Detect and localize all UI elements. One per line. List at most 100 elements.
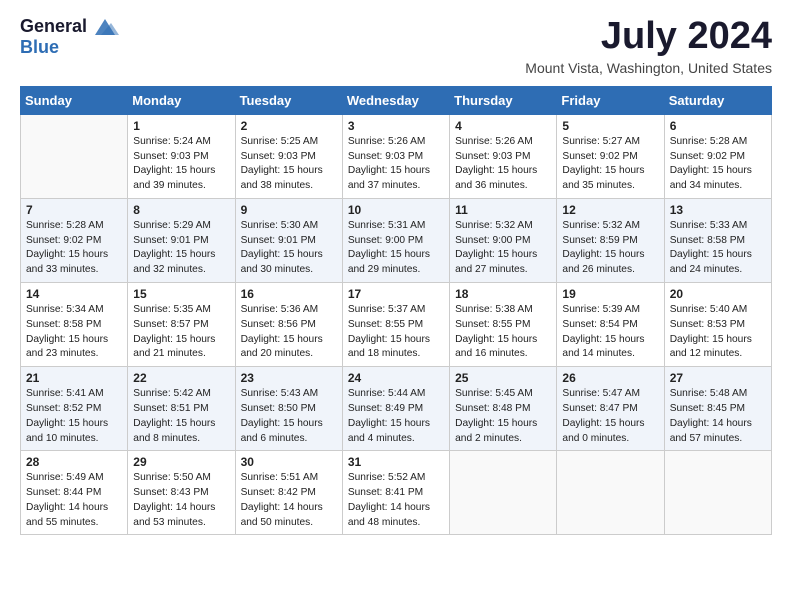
header-tuesday: Tuesday bbox=[235, 86, 342, 114]
calendar-cell: 4 Sunrise: 5:26 AM Sunset: 9:03 PM Daylig… bbox=[450, 114, 557, 198]
day-info: Sunrise: 5:52 AM Sunset: 8:41 PM Dayligh… bbox=[348, 471, 444, 530]
calendar-cell: 25 Sunrise: 5:45 AM Sunset: 8:48 PM Dayli… bbox=[450, 367, 557, 451]
day-info: Sunrise: 5:31 AM Sunset: 9:00 PM Dayligh… bbox=[348, 219, 444, 278]
day-number: 24 bbox=[348, 371, 444, 385]
day-info: Sunrise: 5:50 AM Sunset: 8:43 PM Dayligh… bbox=[133, 471, 229, 530]
calendar-cell: 29Sunrise: 5:50 AM Sunset: 8:43 PM Dayli… bbox=[128, 451, 235, 535]
day-info: Sunrise: 5:24 AM Sunset: 9:03 PM Dayligh… bbox=[133, 135, 229, 194]
calendar-cell: 8Sunrise: 5:29 AM Sunset: 9:01 PM Daylig… bbox=[128, 198, 235, 282]
day-number: 31 bbox=[348, 455, 444, 469]
day-info: Sunrise: 5:26 AM Sunset: 9:03 PM Dayligh… bbox=[455, 135, 551, 194]
calendar-cell: 22Sunrise: 5:42 AM Sunset: 8:51 PM Dayli… bbox=[128, 367, 235, 451]
day-number: 11 bbox=[455, 203, 551, 217]
day-number: 21 bbox=[26, 371, 122, 385]
logo-blue-text: Blue bbox=[20, 37, 59, 57]
calendar-cell: 11 Sunrise: 5:32 AM Sunset: 9:00 PM Dayli… bbox=[450, 198, 557, 282]
month-title: July 2024 bbox=[525, 16, 772, 58]
day-info: Sunrise: 5:27 AM Sunset: 9:02 PM Dayligh… bbox=[562, 135, 658, 194]
day-number: 6 bbox=[670, 119, 766, 133]
calendar-cell: 24Sunrise: 5:44 AM Sunset: 8:49 PM Dayli… bbox=[342, 367, 449, 451]
day-info: Sunrise: 5:40 AM Sunset: 8:53 PM Dayligh… bbox=[670, 303, 766, 362]
header-monday: Monday bbox=[128, 86, 235, 114]
calendar-cell: 15 Sunrise: 5:35 AM Sunset: 8:57 PM Dayli… bbox=[128, 283, 235, 367]
calendar-week-row: 21 Sunrise: 5:41 AM Sunset: 8:52 PM Dayli… bbox=[21, 367, 772, 451]
header-saturday: Saturday bbox=[664, 86, 771, 114]
header-sunday: Sunday bbox=[21, 86, 128, 114]
day-number: 10 bbox=[348, 203, 444, 217]
calendar-cell: 2 Sunrise: 5:25 AM Sunset: 9:03 PM Daylig… bbox=[235, 114, 342, 198]
calendar-cell: 14Sunrise: 5:34 AM Sunset: 8:58 PM Dayli… bbox=[21, 283, 128, 367]
header-thursday: Thursday bbox=[450, 86, 557, 114]
day-info: Sunrise: 5:38 AM Sunset: 8:55 PM Dayligh… bbox=[455, 303, 551, 362]
day-info: Sunrise: 5:28 AM Sunset: 9:02 PM Dayligh… bbox=[670, 135, 766, 194]
calendar-cell bbox=[664, 451, 771, 535]
calendar-cell: 21 Sunrise: 5:41 AM Sunset: 8:52 PM Dayli… bbox=[21, 367, 128, 451]
calendar-week-row: 28Sunrise: 5:49 AM Sunset: 8:44 PM Dayli… bbox=[21, 451, 772, 535]
calendar-cell: 18 Sunrise: 5:38 AM Sunset: 8:55 PM Dayli… bbox=[450, 283, 557, 367]
calendar-cell: 12Sunrise: 5:32 AM Sunset: 8:59 PM Dayli… bbox=[557, 198, 664, 282]
day-number: 23 bbox=[241, 371, 337, 385]
logo-icon bbox=[91, 17, 119, 37]
day-info: Sunrise: 5:45 AM Sunset: 8:48 PM Dayligh… bbox=[455, 387, 551, 446]
day-number: 17 bbox=[348, 287, 444, 301]
calendar-week-row: 1Sunrise: 5:24 AM Sunset: 9:03 PM Daylig… bbox=[21, 114, 772, 198]
header-friday: Friday bbox=[557, 86, 664, 114]
calendar-cell bbox=[450, 451, 557, 535]
day-info: Sunrise: 5:39 AM Sunset: 8:54 PM Dayligh… bbox=[562, 303, 658, 362]
day-info: Sunrise: 5:28 AM Sunset: 9:02 PM Dayligh… bbox=[26, 219, 122, 278]
calendar-cell: 23 Sunrise: 5:43 AM Sunset: 8:50 PM Dayli… bbox=[235, 367, 342, 451]
day-info: Sunrise: 5:35 AM Sunset: 8:57 PM Dayligh… bbox=[133, 303, 229, 362]
calendar-cell: 17 Sunrise: 5:37 AM Sunset: 8:55 PM Dayli… bbox=[342, 283, 449, 367]
day-info: Sunrise: 5:26 AM Sunset: 9:03 PM Dayligh… bbox=[348, 135, 444, 194]
calendar-week-row: 14Sunrise: 5:34 AM Sunset: 8:58 PM Dayli… bbox=[21, 283, 772, 367]
day-number: 7 bbox=[26, 203, 122, 217]
day-number: 8 bbox=[133, 203, 229, 217]
day-number: 16 bbox=[241, 287, 337, 301]
day-info: Sunrise: 5:49 AM Sunset: 8:44 PM Dayligh… bbox=[26, 471, 122, 530]
calendar-cell bbox=[557, 451, 664, 535]
header-wednesday: Wednesday bbox=[342, 86, 449, 114]
calendar-header-row: SundayMondayTuesdayWednesdayThursdayFrid… bbox=[21, 86, 772, 114]
day-number: 26 bbox=[562, 371, 658, 385]
day-number: 20 bbox=[670, 287, 766, 301]
calendar-cell: 9 Sunrise: 5:30 AM Sunset: 9:01 PM Daylig… bbox=[235, 198, 342, 282]
calendar-week-row: 7 Sunrise: 5:28 AM Sunset: 9:02 PM Daylig… bbox=[21, 198, 772, 282]
day-info: Sunrise: 5:48 AM Sunset: 8:45 PM Dayligh… bbox=[670, 387, 766, 446]
day-number: 30 bbox=[241, 455, 337, 469]
calendar-cell bbox=[21, 114, 128, 198]
logo: General Blue bbox=[20, 16, 119, 58]
page-header: General Blue July 2024 Mount Vista, Wash… bbox=[20, 16, 772, 76]
calendar-cell: 31 Sunrise: 5:52 AM Sunset: 8:41 PM Dayli… bbox=[342, 451, 449, 535]
day-info: Sunrise: 5:41 AM Sunset: 8:52 PM Dayligh… bbox=[26, 387, 122, 446]
day-number: 5 bbox=[562, 119, 658, 133]
day-info: Sunrise: 5:25 AM Sunset: 9:03 PM Dayligh… bbox=[241, 135, 337, 194]
day-info: Sunrise: 5:37 AM Sunset: 8:55 PM Dayligh… bbox=[348, 303, 444, 362]
day-number: 27 bbox=[670, 371, 766, 385]
day-number: 15 bbox=[133, 287, 229, 301]
day-number: 14 bbox=[26, 287, 122, 301]
calendar-cell: 1Sunrise: 5:24 AM Sunset: 9:03 PM Daylig… bbox=[128, 114, 235, 198]
day-number: 4 bbox=[455, 119, 551, 133]
calendar-table: SundayMondayTuesdayWednesdayThursdayFrid… bbox=[20, 86, 772, 536]
day-info: Sunrise: 5:32 AM Sunset: 9:00 PM Dayligh… bbox=[455, 219, 551, 278]
day-info: Sunrise: 5:36 AM Sunset: 8:56 PM Dayligh… bbox=[241, 303, 337, 362]
day-info: Sunrise: 5:32 AM Sunset: 8:59 PM Dayligh… bbox=[562, 219, 658, 278]
day-number: 2 bbox=[241, 119, 337, 133]
calendar-cell: 27 Sunrise: 5:48 AM Sunset: 8:45 PM Dayli… bbox=[664, 367, 771, 451]
calendar-cell: 28Sunrise: 5:49 AM Sunset: 8:44 PM Dayli… bbox=[21, 451, 128, 535]
day-number: 9 bbox=[241, 203, 337, 217]
location: Mount Vista, Washington, United States bbox=[525, 60, 772, 76]
calendar-cell: 20 Sunrise: 5:40 AM Sunset: 8:53 PM Dayli… bbox=[664, 283, 771, 367]
calendar-cell: 26Sunrise: 5:47 AM Sunset: 8:47 PM Dayli… bbox=[557, 367, 664, 451]
day-number: 13 bbox=[670, 203, 766, 217]
day-info: Sunrise: 5:43 AM Sunset: 8:50 PM Dayligh… bbox=[241, 387, 337, 446]
day-number: 22 bbox=[133, 371, 229, 385]
day-number: 18 bbox=[455, 287, 551, 301]
day-info: Sunrise: 5:30 AM Sunset: 9:01 PM Dayligh… bbox=[241, 219, 337, 278]
day-info: Sunrise: 5:33 AM Sunset: 8:58 PM Dayligh… bbox=[670, 219, 766, 278]
calendar-cell: 30Sunrise: 5:51 AM Sunset: 8:42 PM Dayli… bbox=[235, 451, 342, 535]
day-number: 3 bbox=[348, 119, 444, 133]
day-number: 25 bbox=[455, 371, 551, 385]
calendar-cell: 6 Sunrise: 5:28 AM Sunset: 9:02 PM Daylig… bbox=[664, 114, 771, 198]
calendar-cell: 3 Sunrise: 5:26 AM Sunset: 9:03 PM Daylig… bbox=[342, 114, 449, 198]
